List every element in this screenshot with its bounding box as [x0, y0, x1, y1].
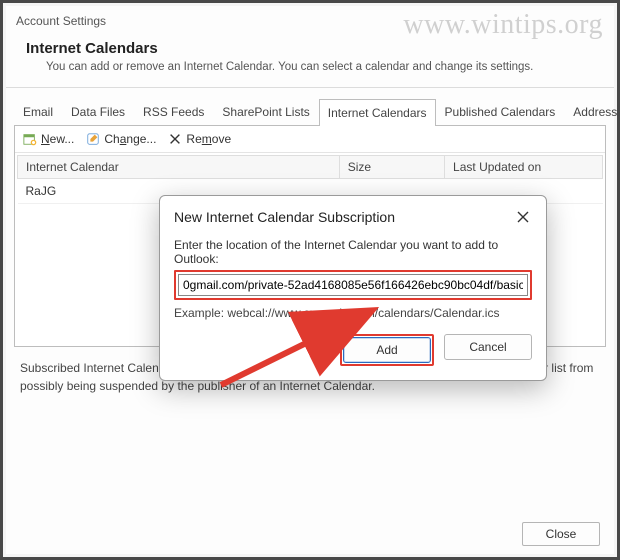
- cancel-button[interactable]: Cancel: [444, 334, 532, 360]
- change-button-label: Change...: [104, 132, 156, 146]
- change-button[interactable]: Change...: [86, 132, 156, 146]
- col-size[interactable]: Size: [339, 156, 444, 179]
- tab-rss-feeds[interactable]: RSS Feeds: [134, 98, 213, 125]
- dialog-close-button[interactable]: [512, 206, 534, 228]
- col-internet-calendar[interactable]: Internet Calendar: [18, 156, 340, 179]
- url-highlight-box: [174, 270, 532, 300]
- close-button[interactable]: Close: [522, 522, 600, 546]
- add-highlight-box: Add: [340, 334, 434, 366]
- tab-published-calendars[interactable]: Published Calendars: [436, 98, 565, 125]
- toolbar: New... Change... Remove: [15, 126, 605, 153]
- change-icon: [86, 132, 100, 146]
- example-text: Example: webcal://www.example.com/calend…: [174, 306, 532, 320]
- dialog-title: New Internet Calendar Subscription: [174, 209, 395, 225]
- remove-button[interactable]: Remove: [168, 132, 231, 146]
- section-title: Internet Calendars: [26, 40, 604, 57]
- tab-address-books[interactable]: Address Books: [564, 98, 620, 125]
- header: Account Settings Internet Calendars You …: [6, 6, 614, 88]
- tab-email[interactable]: Email: [14, 98, 62, 125]
- dialog-prompt: Enter the location of the Internet Calen…: [174, 238, 532, 266]
- tab-strip: Email Data Files RSS Feeds SharePoint Li…: [14, 98, 606, 125]
- new-internet-calendar-dialog: New Internet Calendar Subscription Enter…: [159, 195, 547, 381]
- remove-button-label: Remove: [186, 132, 231, 146]
- window-title: Account Settings: [16, 14, 604, 38]
- new-calendar-icon: [23, 132, 37, 146]
- new-button-label: New...: [41, 132, 74, 146]
- section-description: You can add or remove an Internet Calend…: [46, 61, 604, 73]
- col-last-updated[interactable]: Last Updated on: [445, 156, 603, 179]
- close-icon: [517, 211, 529, 223]
- footer: Close: [522, 522, 600, 546]
- tab-data-files[interactable]: Data Files: [62, 98, 134, 125]
- remove-icon: [168, 132, 182, 146]
- new-button[interactable]: New...: [23, 132, 74, 146]
- add-button[interactable]: Add: [343, 337, 431, 363]
- tab-internet-calendars[interactable]: Internet Calendars: [319, 99, 436, 126]
- tab-sharepoint-lists[interactable]: SharePoint Lists: [213, 98, 318, 125]
- calendar-url-input[interactable]: [178, 274, 528, 296]
